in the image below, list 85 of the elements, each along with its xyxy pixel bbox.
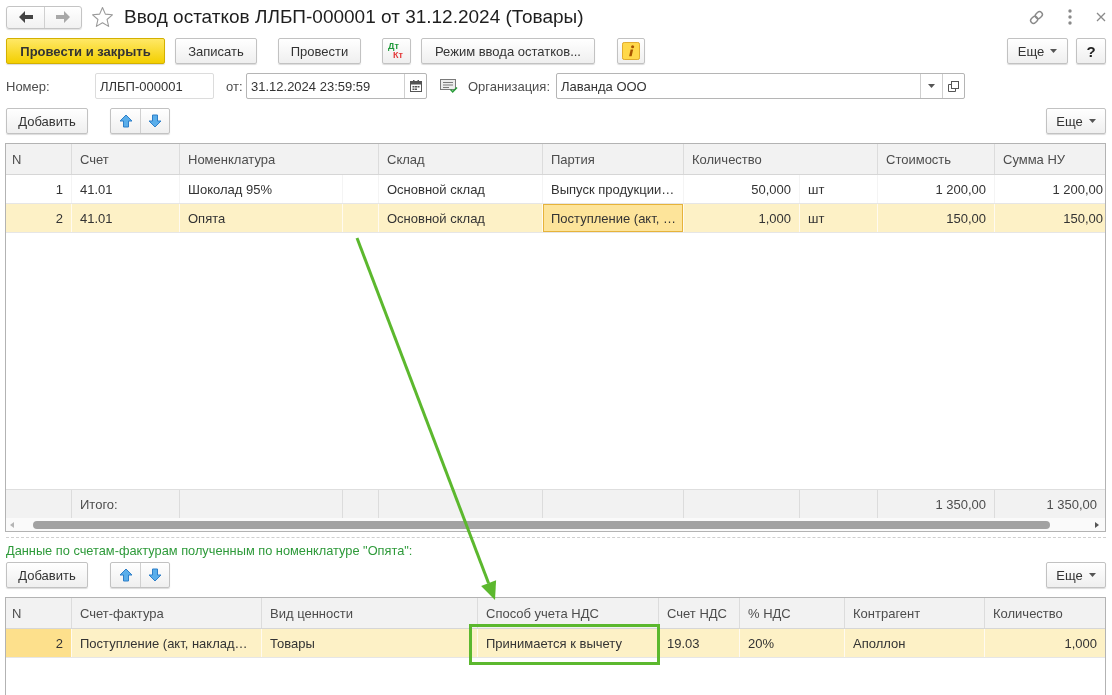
add-button[interactable]: Добавить (6, 562, 88, 588)
comment-icon[interactable] (440, 79, 458, 93)
table-cell: Товары (262, 629, 478, 657)
up-arrow-icon (118, 114, 133, 128)
table-cell: Поступление (акт, … (543, 204, 684, 232)
help-button[interactable]: ? (1076, 38, 1106, 64)
post-and-close-button[interactable]: Провести и закрыть (6, 38, 165, 64)
column-header[interactable]: N (6, 598, 72, 628)
organization-label: Организация: (468, 78, 551, 94)
table-cell-text: 1 200,00 (1051, 180, 1104, 199)
info-icon (622, 42, 640, 60)
column-header[interactable]: Партия (543, 144, 684, 174)
caret-icon (1088, 573, 1096, 577)
table-row[interactable]: 1 41.01 Шоколад 95% Основной склад Выпуск продукции… 50,000 шт 1 200,00 1 200,00 (6, 175, 1105, 204)
table-cell: Принимается к вычету (478, 629, 659, 657)
column-header[interactable]: Количество (985, 598, 1105, 628)
table-cell: 20% (740, 629, 845, 657)
calendar-icon (409, 80, 422, 92)
column-header[interactable]: Счет (72, 144, 180, 174)
up-arrow-icon (118, 568, 133, 582)
table-cell: Поступление (акт, наклад… (72, 629, 262, 657)
table-cell: Основной склад (379, 175, 543, 203)
down-arrow-icon (148, 568, 162, 582)
window-title: Ввод остатков ЛЛБП-000001 от 31.12.2024 (Товары) (124, 6, 584, 28)
info-button[interactable] (617, 38, 645, 64)
column-header[interactable]: Стоимость (878, 144, 995, 174)
column-header[interactable]: Счет-фактура (72, 598, 262, 628)
debit-credit-button[interactable]: Дт Кт (382, 38, 411, 64)
more-options-icon[interactable] (1068, 9, 1072, 25)
table-cell: 41.01 (72, 175, 180, 203)
column-header[interactable]: Количество (684, 144, 878, 174)
table-cell: 50,000 (684, 175, 800, 203)
date-label: от: (226, 78, 244, 94)
number-field[interactable]: ЛЛБП-000001 (95, 73, 214, 99)
table-cell: 1 200,00 (878, 175, 995, 203)
down-arrow-icon (148, 114, 162, 128)
star-icon[interactable] (92, 7, 113, 27)
more-button[interactable]: Еще (1046, 562, 1106, 588)
column-header[interactable]: Склад (379, 144, 543, 174)
table-cell: 41.01 (72, 204, 180, 232)
table-cell: шт (800, 204, 878, 232)
add-button[interactable]: Добавить (6, 108, 88, 134)
totals-value: 1 350,00 (1045, 495, 1098, 514)
column-header[interactable]: N (6, 144, 72, 174)
column-header[interactable]: Контрагент (845, 598, 985, 628)
date-field[interactable]: 31.12.2024 23:59:59 (246, 73, 427, 99)
horizontal-scrollbar[interactable] (6, 518, 1105, 531)
column-header[interactable]: Счет НДС (659, 598, 740, 628)
table-cell: Аполлон (845, 629, 985, 657)
more-button[interactable]: Еще (1046, 108, 1106, 134)
column-header[interactable]: Сумма НУ (995, 144, 1105, 174)
table-cell: Шоколад 95% (180, 175, 343, 203)
dropdown-icon (928, 84, 936, 88)
caret-icon (1050, 49, 1058, 53)
forward-arrow-icon (56, 11, 70, 23)
table-cell: Выпуск продукции… (543, 175, 684, 203)
table-cell: 19.03 (659, 629, 740, 657)
close-icon[interactable] (1096, 12, 1106, 22)
more-button[interactable]: Еще (1007, 38, 1068, 64)
column-header[interactable]: Номенклатура (180, 144, 379, 174)
table-cell: 1 (6, 175, 72, 203)
balance-mode-button[interactable]: Режим ввода остатков... (421, 38, 595, 64)
column-header[interactable]: % НДС (740, 598, 845, 628)
caret-icon (1088, 119, 1096, 123)
table-cell: шт (800, 175, 878, 203)
table-cell: 2 (6, 204, 72, 232)
table-cell: 1,000 (684, 204, 800, 232)
link-icon[interactable] (1028, 8, 1045, 26)
back-arrow-icon (18, 11, 33, 23)
invoices-caption: Данные по счетам-фактурам полученным по номенклатуре "Опята": (6, 544, 413, 558)
table-cell: 150,00 (878, 204, 995, 232)
organization-field[interactable]: Лаванда ООО (556, 73, 966, 99)
table-cell: 2 (6, 629, 72, 657)
scrollbar-thumb[interactable] (33, 520, 1050, 529)
column-header[interactable]: Вид ценности (262, 598, 478, 628)
post-button[interactable]: Провести (278, 38, 361, 64)
table-cell-text: 150,00 (1062, 209, 1104, 228)
number-label: Номер: (6, 78, 51, 94)
save-button[interactable]: Записать (175, 38, 257, 64)
table-cell-text: 1,000 (1063, 634, 1098, 653)
table-row[interactable]: 2 Поступление (акт, наклад… Товары Принимается к вычету 19.03 20% Аполлон 1,000 (6, 629, 1105, 658)
table-row[interactable]: 2 41.01 Опята Основной склад Поступление (акт, … 1,000 шт 150,00 150,00 (6, 204, 1105, 233)
open-icon (948, 80, 960, 92)
scroll-right-icon[interactable] (1095, 521, 1099, 528)
table-cell: Опята (180, 204, 343, 232)
